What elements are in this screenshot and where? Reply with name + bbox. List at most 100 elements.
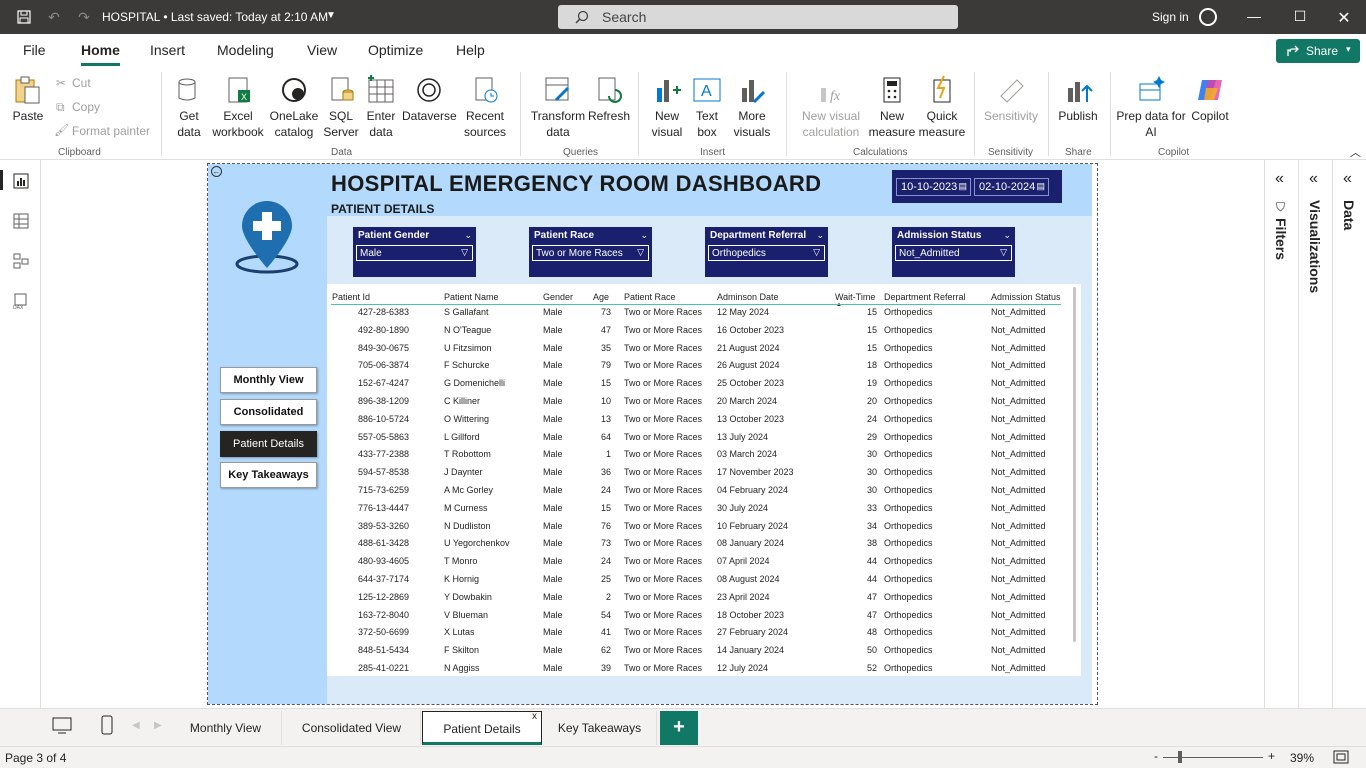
key-takeaways-button[interactable]: Key Takeaways <box>220 462 317 488</box>
department-referral-slicer[interactable]: Department Referral ⌄ Orthopedics ▽ <box>705 227 828 277</box>
column-header-gender[interactable]: Gender <box>543 292 573 302</box>
title-dropdown-icon[interactable]: ▼ <box>326 10 336 21</box>
scroll-tabs-right-icon[interactable]: ▶ <box>154 720 162 731</box>
tab-file[interactable]: File <box>23 42 46 58</box>
visualizations-pane-label[interactable]: Visualizations <box>1307 200 1323 293</box>
admission-status-slicer[interactable]: Admission Status ⌄ Not_Admitted ▽ <box>892 227 1015 277</box>
quick-measure-button[interactable]: Quick measure <box>918 74 966 140</box>
new-visual-calculation-button[interactable]: fx New visual calculation <box>798 74 864 140</box>
format-painter-icon[interactable]: 🖌 <box>54 123 69 137</box>
close-tab-icon[interactable]: x <box>532 700 537 734</box>
new-measure-button[interactable]: New measure <box>866 74 918 140</box>
share-button[interactable]: Share ▾ <box>1276 39 1360 63</box>
page-tab-patient-details[interactable]: Patient Details x <box>422 711 542 745</box>
slicer-chevron-icon[interactable]: ⌄ <box>640 230 648 241</box>
model-view-icon[interactable] <box>12 252 30 270</box>
scroll-tabs-left-icon[interactable]: ◀ <box>132 720 140 731</box>
zoom-slider-thumb[interactable] <box>1178 751 1182 763</box>
tab-modeling[interactable]: Modeling <box>217 42 274 58</box>
prep-data-for-ai-button[interactable]: Prep data for AI <box>1116 74 1186 140</box>
add-page-button[interactable]: + <box>660 711 698 745</box>
save-icon[interactable] <box>16 9 32 25</box>
excel-workbook-button[interactable]: X Excel workbook <box>210 74 266 140</box>
sign-in-link[interactable]: Sign in <box>1152 10 1189 24</box>
minimize-icon[interactable]: — <box>1244 8 1264 24</box>
department-referral-select[interactable]: Orthopedics ▽ <box>708 245 825 261</box>
slicer-chevron-icon[interactable]: ⌄ <box>816 230 824 241</box>
admission-status-select[interactable]: Not_Admitted ▽ <box>895 245 1012 261</box>
monthly-view-button[interactable]: Monthly View <box>220 367 317 393</box>
column-header-department-referral[interactable]: Department Referral <box>884 292 966 302</box>
column-header-patient-race[interactable]: Patient Race <box>624 292 676 302</box>
table-row[interactable]: 644-37-7174 K Hornig Male 25 Two or More Rac… <box>327 571 1067 589</box>
table-row[interactable]: 488-61-3428 U Yegorchenkov Male 73 Two or Mo… <box>327 535 1067 553</box>
copilot-button[interactable]: Copilot <box>1188 74 1232 124</box>
get-data-button[interactable]: Get data <box>168 74 210 140</box>
column-header-age[interactable]: Age <box>593 292 609 302</box>
close-icon[interactable]: ✕ <box>1334 8 1354 28</box>
patient-gender-slicer[interactable]: Patient Gender ⌄ Male ▽ <box>353 227 476 277</box>
sensitivity-button[interactable]: Sensitivity <box>982 74 1040 124</box>
undo-icon[interactable]: ↶ <box>46 9 62 25</box>
page-tab-consolidated-view[interactable]: Consolidated View <box>283 711 421 745</box>
table-row[interactable]: 886-10-5724 O Wittering Male 13 Two or More … <box>327 411 1067 429</box>
table-row[interactable]: 372-50-6699 X Lutas Male 41 Two or More Race… <box>327 624 1067 642</box>
sql-server-button[interactable]: SQL Server <box>322 74 360 140</box>
tab-view[interactable]: View <box>307 42 337 58</box>
date-from-input[interactable]: 10-10-2023 ▤ <box>896 178 971 196</box>
text-box-button[interactable]: A Text box <box>688 74 726 140</box>
patient-race-select[interactable]: Two or More Races ▽ <box>532 245 649 261</box>
table-row[interactable]: 492-80-1890 N O'Teague Male 47 Two or More R… <box>327 322 1067 340</box>
dax-query-view-icon[interactable]: DAX <box>12 292 30 310</box>
mobile-layout-icon[interactable] <box>100 715 114 735</box>
avatar-icon[interactable] <box>1199 8 1217 26</box>
patient-gender-select[interactable]: Male ▽ <box>356 245 473 261</box>
expand-visualizations-icon[interactable]: « <box>1309 170 1318 188</box>
refresh-button[interactable]: Refresh <box>588 74 630 124</box>
date-to-input[interactable]: 02-10-2024 ▤ <box>974 178 1049 196</box>
publish-button[interactable]: Publish <box>1054 74 1102 124</box>
data-pane-label[interactable]: Data <box>1341 200 1357 230</box>
patient-details-button[interactable]: Patient Details <box>220 431 317 457</box>
enter-data-button[interactable]: Enter data <box>362 74 400 140</box>
filters-pane-label[interactable]: Filters <box>1273 218 1289 260</box>
page-tab-monthly-view[interactable]: Monthly View <box>170 711 282 745</box>
table-row[interactable]: 849-30-0675 U Fitzsimon Male 35 Two or More … <box>327 340 1067 358</box>
table-row[interactable]: 427-28-6383 S Gallafant Male 73 Two or More … <box>327 304 1067 322</box>
table-row[interactable]: 152-67-4247 G Domenichelli Male 15 Two or Mo… <box>327 375 1067 393</box>
copy-icon[interactable]: ⧉ <box>56 100 65 115</box>
expand-filters-icon[interactable]: « <box>1275 170 1284 188</box>
slicer-chevron-icon[interactable]: ⌄ <box>464 230 472 241</box>
column-header-admission-date[interactable]: Adminson Date <box>717 292 779 302</box>
table-row[interactable]: 433-77-2388 T Robottom Male 1 Two or More Ra… <box>327 446 1067 464</box>
cut-button[interactable]: Cut <box>72 76 91 90</box>
copy-button[interactable]: Copy <box>72 100 100 114</box>
zoom-out-button[interactable]: - <box>1154 749 1158 763</box>
onelake-catalog-button[interactable]: OneLake catalog <box>268 74 320 140</box>
tab-insert[interactable]: Insert <box>150 42 185 58</box>
table-view-icon[interactable] <box>12 212 30 230</box>
table-scrollbar[interactable] <box>1073 287 1076 642</box>
report-view-icon[interactable] <box>12 172 30 190</box>
new-visual-button[interactable]: New visual <box>646 74 688 140</box>
consolidated-view-button[interactable]: Consolidated View <box>220 399 317 442</box>
tab-help[interactable]: Help <box>456 42 485 58</box>
paste-button[interactable]: Paste <box>10 74 46 124</box>
table-row[interactable]: 896-38-1209 C Killiner Male 10 Two or More R… <box>327 393 1067 411</box>
table-row[interactable]: 715-73-6259 A Mc Gorley Male 24 Two or More … <box>327 482 1067 500</box>
table-row[interactable]: 705-06-3874 F Schurcke Male 79 Two or More R… <box>327 357 1067 375</box>
tab-optimize[interactable]: Optimize <box>368 42 423 58</box>
collapse-ribbon-icon[interactable]: ︿ <box>1350 144 1361 160</box>
table-row[interactable]: 848-51-5434 F Skilton Male 62 Two or More Ra… <box>327 642 1067 660</box>
page-tab-key-takeaways[interactable]: Key Takeaways <box>543 711 657 745</box>
expand-data-icon[interactable]: « <box>1343 170 1352 188</box>
format-painter-button[interactable]: Format painter <box>72 124 150 138</box>
back-arrow-icon[interactable]: ← <box>211 166 222 177</box>
redo-icon[interactable]: ↷ <box>76 9 92 25</box>
filters-pane[interactable]: « ⛉ Filters <box>1265 160 1299 708</box>
search-box[interactable]: Search <box>558 5 958 29</box>
more-visuals-button[interactable]: More visuals <box>726 74 778 140</box>
table-row[interactable]: 285-41-0221 N Aggiss Male 39 Two or More Rac… <box>327 660 1067 678</box>
table-row[interactable]: 594-57-8538 J Daynter Male 36 Two or More Ra… <box>327 464 1067 482</box>
recent-sources-button[interactable]: Recent sources <box>458 74 512 140</box>
